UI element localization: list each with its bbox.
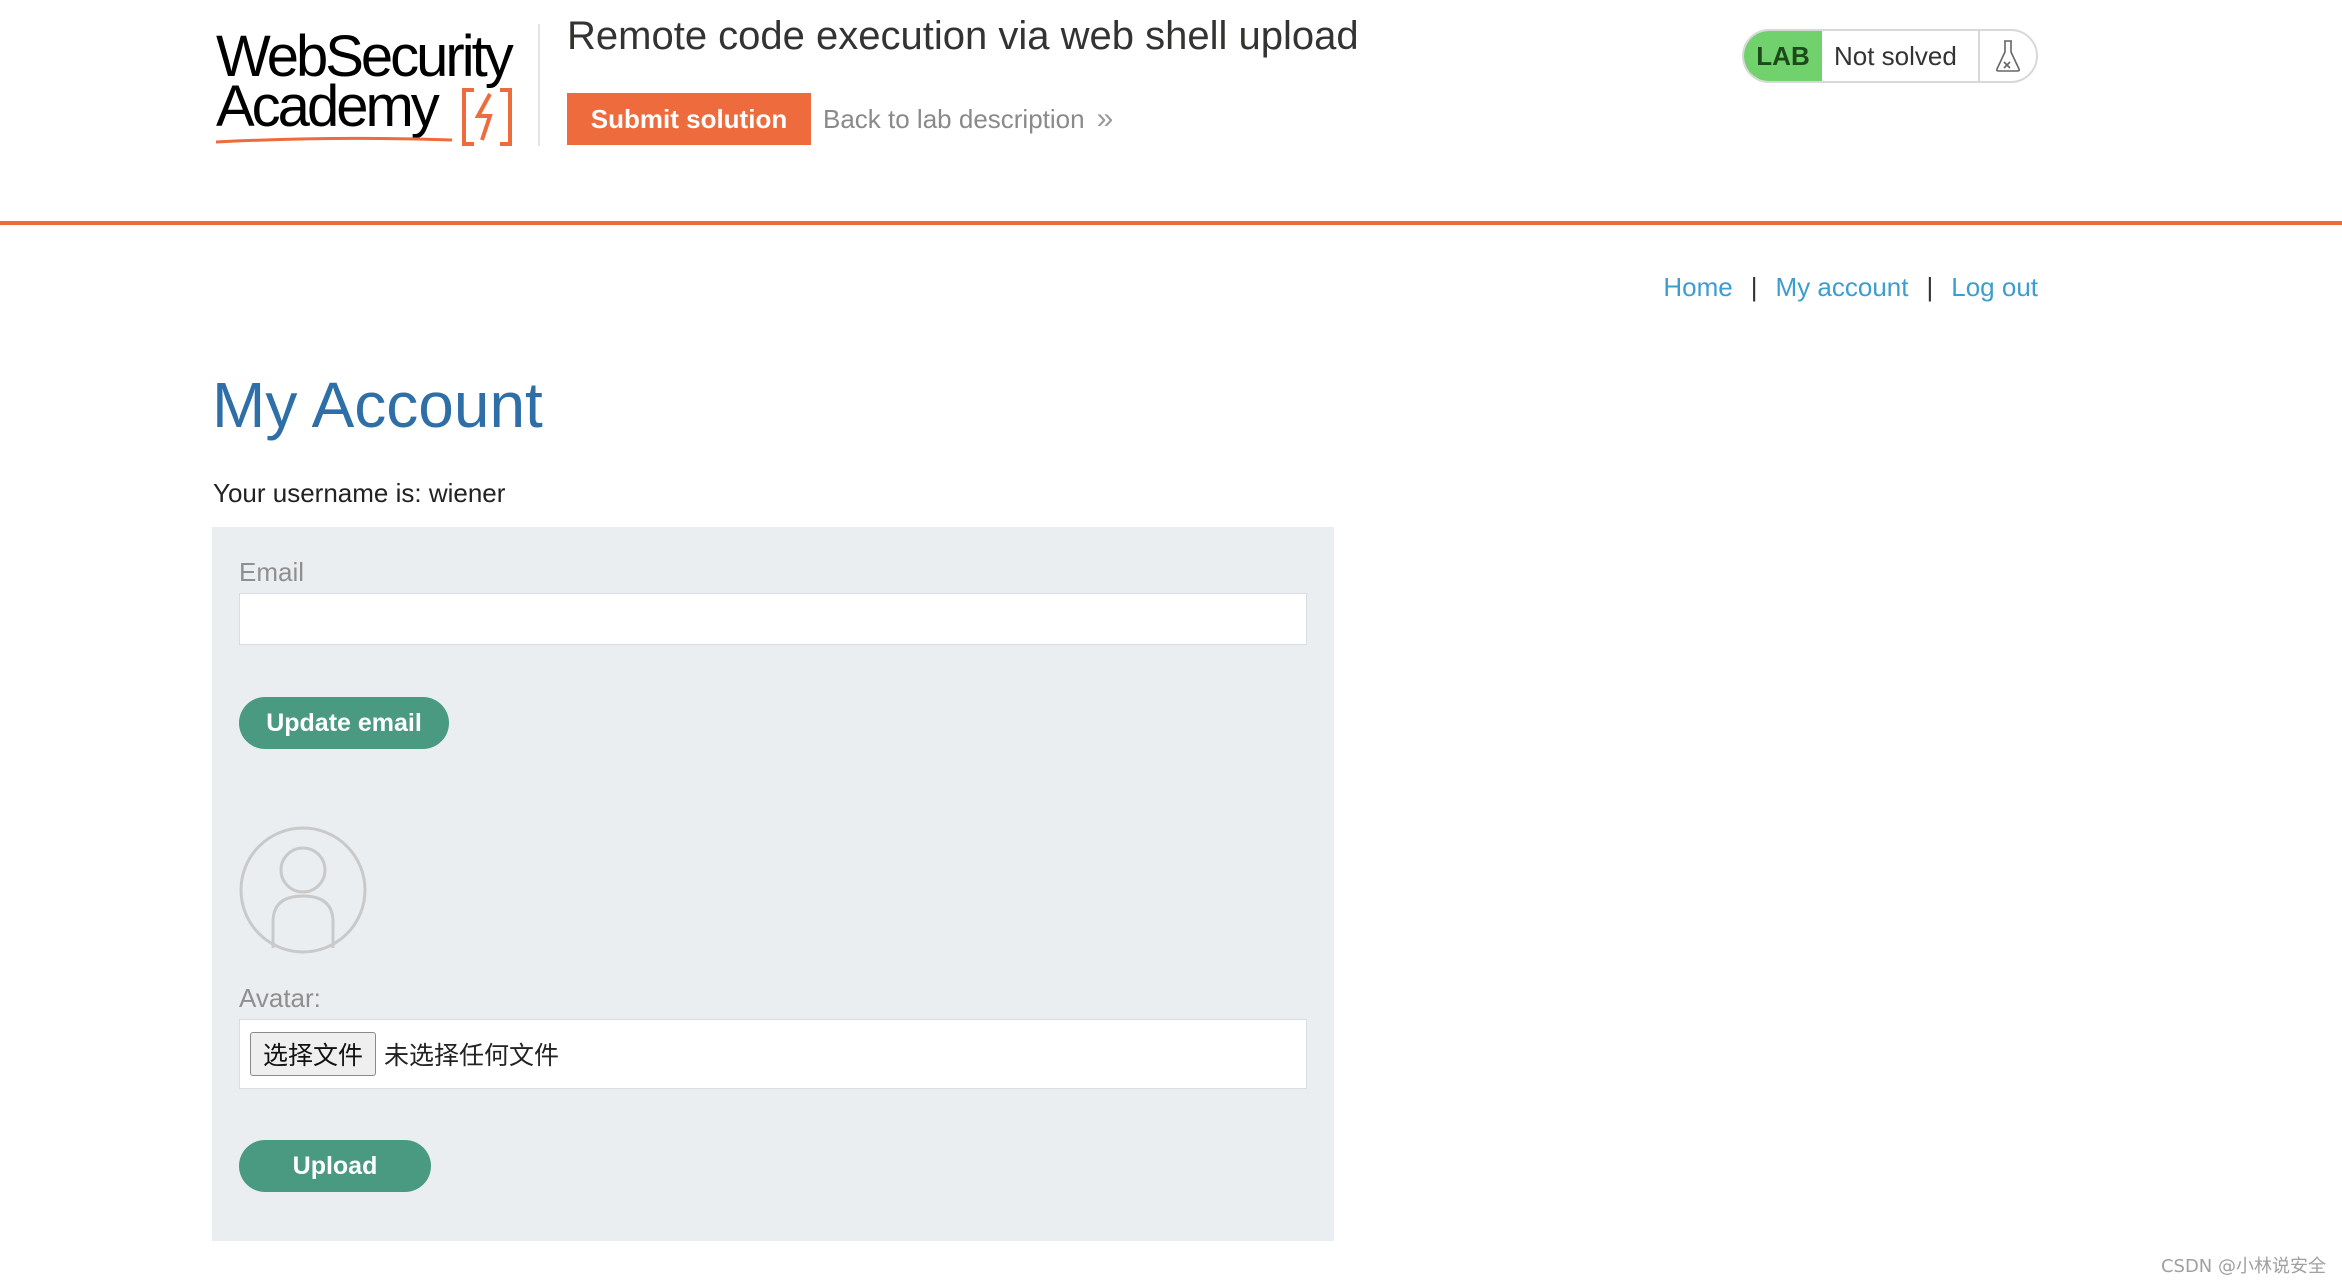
back-to-lab-description-link[interactable]: Back to lab description » — [823, 102, 1114, 136]
avatar-label: Avatar: — [239, 983, 321, 1013]
logo-text-line2: Academy — [216, 74, 440, 139]
nav-my-account-link[interactable]: My account — [1776, 272, 1909, 303]
header-divider — [0, 221, 2342, 225]
upload-button[interactable]: Upload — [239, 1140, 431, 1192]
top-navigation: Home | My account | Log out — [1663, 272, 2038, 303]
nav-home-link[interactable]: Home — [1663, 272, 1732, 303]
account-form-panel: Email Update email Avatar: 选择文件 未选择任何文件 … — [212, 527, 1334, 1241]
csdn-watermark: CSDN @小林说安全 — [2160, 1256, 2326, 1277]
user-avatar-icon — [239, 826, 367, 954]
nav-separator: | — [1926, 272, 1934, 302]
double-chevron-right-icon: » — [1096, 102, 1114, 135]
logo-underline-swoosh — [215, 136, 453, 144]
choose-file-button[interactable]: 选择文件 — [250, 1032, 377, 1076]
submit-solution-button[interactable]: Submit solution — [567, 93, 811, 145]
page-title: My Account — [212, 369, 543, 441]
lab-header: WebSecurity Academy Remote code executio… — [0, 0, 2342, 226]
flask-icon — [1978, 31, 2036, 81]
web-security-academy-logo[interactable]: WebSecurity Academy — [212, 22, 542, 146]
lab-status-widget: LAB Not solved — [1742, 29, 2038, 83]
lab-status-text: Not solved — [1834, 40, 1957, 71]
no-file-selected-text: 未选择任何文件 — [384, 1041, 560, 1070]
logo-bolt-icon — [462, 88, 512, 146]
email-input[interactable] — [239, 593, 1307, 645]
update-email-button[interactable]: Update email — [239, 697, 449, 749]
username-text: Your username is: wiener — [213, 478, 506, 508]
lab-badge: LAB — [1744, 31, 1822, 81]
email-label: Email — [239, 557, 305, 587]
back-link-label: Back to lab description — [823, 103, 1085, 134]
avatar-file-input[interactable]: 选择文件 未选择任何文件 — [239, 1019, 1307, 1089]
logo-divider — [538, 24, 540, 146]
lab-title: Remote code execution via web shell uplo… — [567, 14, 1359, 58]
nav-log-out-link[interactable]: Log out — [1951, 272, 2038, 303]
nav-separator: | — [1750, 272, 1758, 302]
